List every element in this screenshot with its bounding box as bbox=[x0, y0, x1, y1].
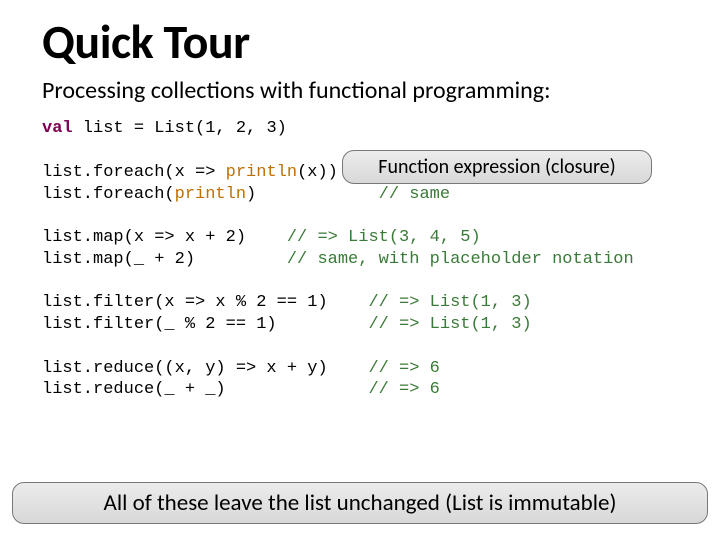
code-text: list.filter(_ % 2 == 1) bbox=[42, 315, 368, 334]
code-text: list.foreach(x => bbox=[42, 163, 226, 182]
slide: Quick Tour Processing collections with f… bbox=[0, 0, 720, 401]
code-text: list.map(x => x + 2) bbox=[42, 228, 287, 247]
comment: // => List(3, 4, 5) bbox=[287, 228, 481, 247]
code-text: list.foreach( bbox=[42, 185, 175, 204]
code-text: list.reduce(_ + _) bbox=[42, 380, 368, 399]
comment: // => List(1, 3) bbox=[368, 293, 531, 312]
code-text: list = List(1, 2, 3) bbox=[73, 119, 287, 138]
code-text: ) bbox=[246, 185, 379, 204]
code-text: list.reduce((x, y) => x + y) bbox=[42, 359, 368, 378]
page-title: Quick Tour bbox=[42, 18, 680, 66]
comment: // same, with placeholder notation bbox=[287, 250, 634, 269]
code-text: list.filter(x => x % 2 == 1) bbox=[42, 293, 368, 312]
keyword-val: val bbox=[42, 119, 73, 138]
callout-bubble: Function expression (closure) bbox=[342, 150, 652, 184]
comment: // => List(1, 3) bbox=[368, 315, 531, 334]
comment: // => 6 bbox=[368, 380, 439, 399]
code-text: list.map(_ + 2) bbox=[42, 250, 287, 269]
fn-println: println bbox=[175, 185, 246, 204]
fn-println: println bbox=[226, 163, 297, 182]
comment: // same bbox=[379, 185, 450, 204]
subtitle: Processing collections with functional p… bbox=[42, 78, 680, 104]
footer-bubble: All of these leave the list unchanged (L… bbox=[12, 482, 708, 524]
comment: // => 6 bbox=[368, 359, 439, 378]
